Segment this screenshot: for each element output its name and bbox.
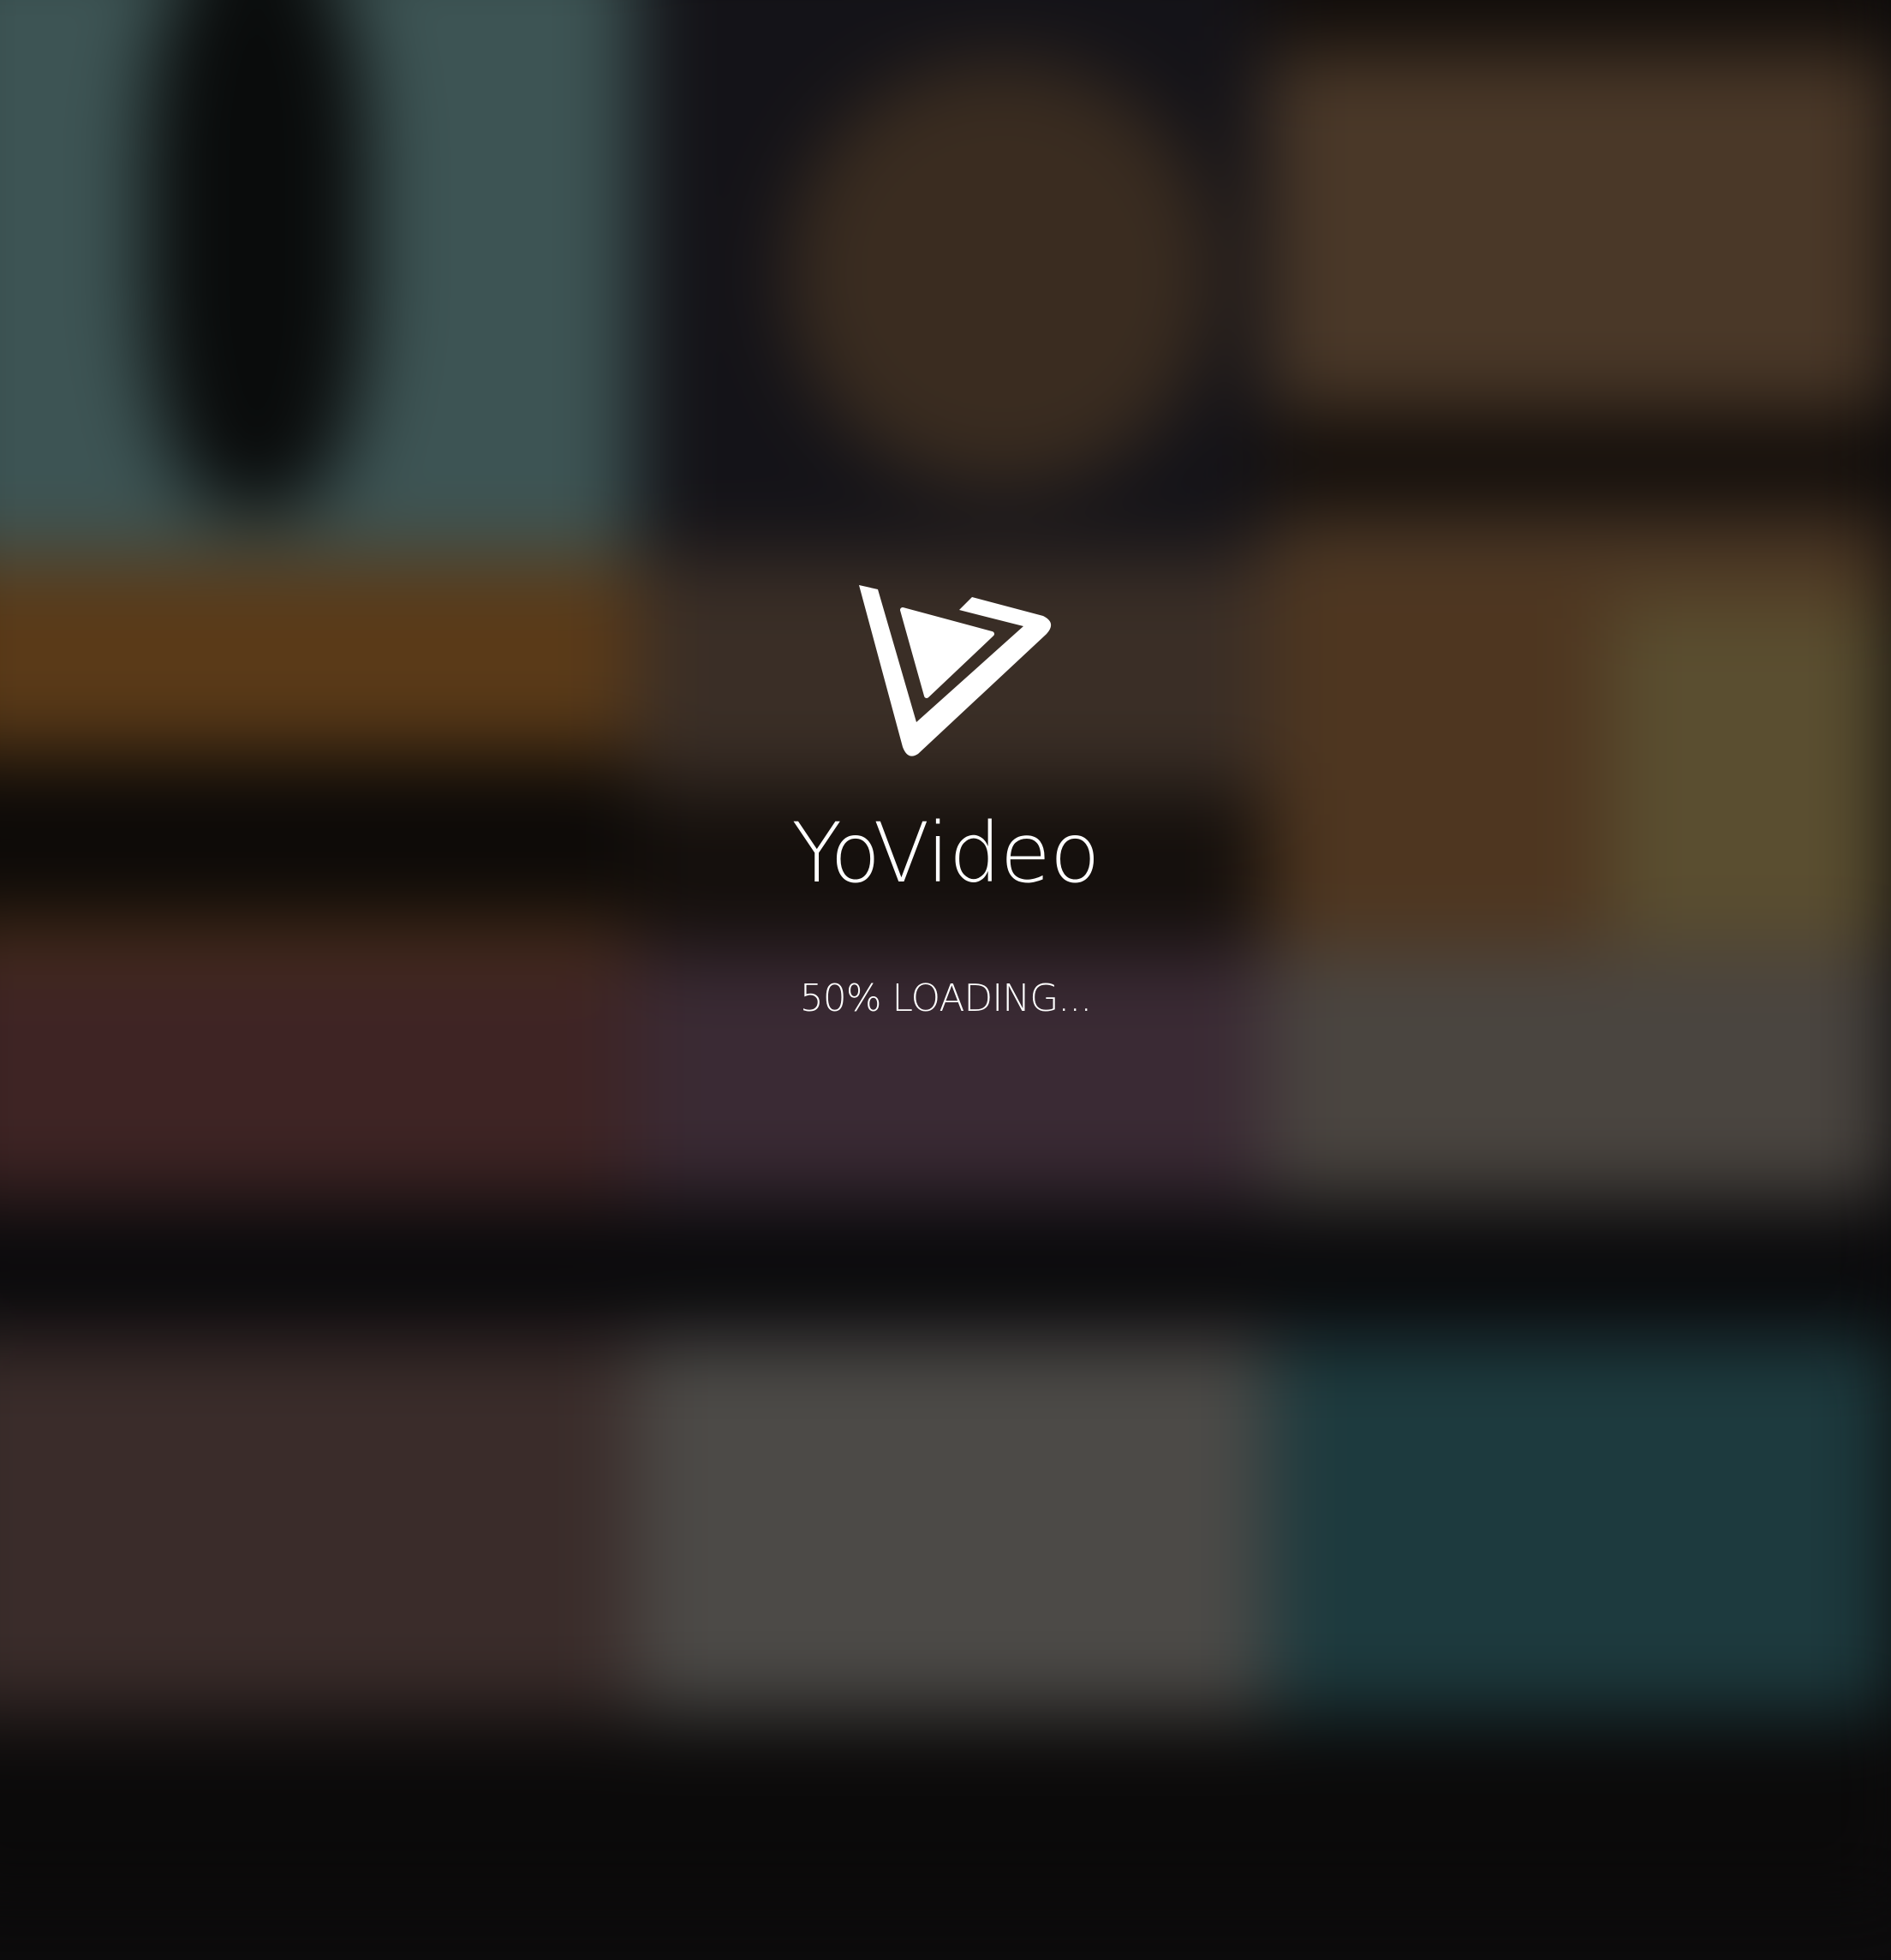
splash-screen: YoVideo 50% LOADING... [0,0,1891,1891]
loading-status: 50% LOADING... [799,977,1093,1020]
app-name: YoVideo [791,805,1100,901]
play-triangle-logo-icon [859,585,1052,756]
